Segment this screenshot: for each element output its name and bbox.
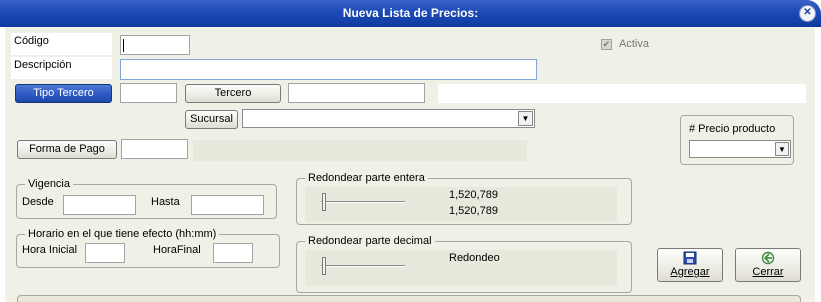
close-icon[interactable]: ✕ xyxy=(799,5,816,22)
redondear-entera-slider[interactable] xyxy=(322,193,326,211)
precio-producto-label: # Precio producto xyxy=(689,123,776,135)
redondear-decimal-panel: Redondeo xyxy=(305,250,617,286)
checkbox-checked-icon[interactable]: ✔ xyxy=(601,39,612,50)
tercero-button[interactable]: Tercero xyxy=(185,84,281,103)
horario-group: Horario en el que tiene efecto (hh:mm) H… xyxy=(16,228,280,268)
descripcion-label: Descripción xyxy=(11,57,112,79)
window-titlebar: Nueva Lista de Precios: ✕ xyxy=(0,0,821,27)
hasta-label: Hasta xyxy=(151,196,180,208)
tercero-input[interactable] xyxy=(288,83,425,103)
tipo-tercero-button[interactable]: Tipo Tercero xyxy=(15,84,112,103)
descripcion-input[interactable] xyxy=(120,59,537,80)
hora-inicial-input[interactable] xyxy=(85,243,125,263)
slider-track xyxy=(321,201,405,203)
codigo-input[interactable] xyxy=(120,35,190,55)
sucursal-button[interactable]: Sucursal xyxy=(185,110,238,129)
save-icon xyxy=(683,251,697,265)
forma-pago-input[interactable] xyxy=(121,139,188,159)
bottom-panel xyxy=(17,295,801,302)
agregar-label: Agregar xyxy=(670,266,710,278)
redondear-entera-group: Redondear parte entera 1,520,789 1,520,7… xyxy=(296,172,632,225)
precio-producto-group: # Precio producto ▼ xyxy=(680,115,794,165)
sucursal-select[interactable]: ▼ xyxy=(242,109,535,128)
tercero-name-display xyxy=(438,84,806,103)
redondear-decimal-group: Redondear parte decimal Redondeo xyxy=(296,235,632,293)
codigo-label: Código xyxy=(11,33,112,55)
tipo-tercero-input[interactable] xyxy=(120,83,177,103)
redondear-entera-value-2: 1,520,789 xyxy=(449,205,498,217)
dialog-body: Código ✔ Activa Descripción Tipo Tercero… xyxy=(5,27,815,302)
desde-input[interactable] xyxy=(63,195,136,215)
redondear-entera-panel: 1,520,789 1,520,789 xyxy=(305,187,617,222)
forma-pago-button[interactable]: Forma de Pago xyxy=(17,140,117,159)
hora-inicial-label: Hora Inicial xyxy=(22,244,78,256)
window-title: Nueva Lista de Precios: xyxy=(342,6,479,20)
redondear-decimal-value: Redondeo xyxy=(449,252,500,264)
slider-track xyxy=(321,265,405,267)
activa-label: Activa xyxy=(619,38,649,50)
horario-legend: Horario en el que tiene efecto (hh:mm) xyxy=(25,228,220,240)
hasta-input[interactable] xyxy=(191,195,264,215)
cerrar-button[interactable]: Cerrar xyxy=(735,248,801,282)
agregar-button[interactable]: Agregar xyxy=(657,248,723,282)
desde-label: Desde xyxy=(22,196,54,208)
chevron-down-icon[interactable]: ▼ xyxy=(518,111,533,126)
redondear-entera-legend: Redondear parte entera xyxy=(305,172,428,184)
hora-final-label: HoraFinal xyxy=(153,244,201,256)
vigencia-group: Vigencia Desde Hasta xyxy=(16,178,277,219)
forma-pago-display xyxy=(193,140,527,161)
cerrar-label: Cerrar xyxy=(752,266,784,278)
hora-final-input[interactable] xyxy=(213,243,253,263)
chevron-down-icon[interactable]: ▼ xyxy=(775,142,789,156)
redondear-entera-value-1: 1,520,789 xyxy=(449,189,498,201)
redondear-decimal-slider[interactable] xyxy=(322,257,326,275)
vigencia-legend: Vigencia xyxy=(25,178,73,190)
redondear-decimal-legend: Redondear parte decimal xyxy=(305,235,435,247)
exit-icon xyxy=(761,251,775,265)
precio-producto-select[interactable]: ▼ xyxy=(689,140,791,158)
